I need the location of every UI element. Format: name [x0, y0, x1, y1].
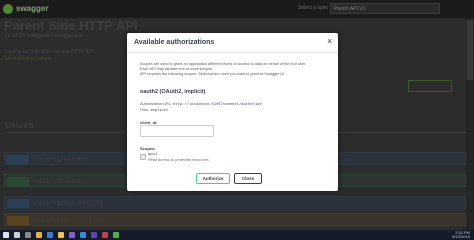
- operation-row[interactable]: /api/v1/Values/{id}: [4, 213, 466, 226]
- authorize-button-background[interactable]: [408, 80, 452, 92]
- page-version[interactable]: V1 OAS3 /swagger/v1/swagger.json: [4, 33, 84, 39]
- authorization-url-value: http://localhost:5105/connect/authorize: [172, 103, 262, 107]
- modal-intro-line: Each API may declare one or more scopes.: [140, 67, 214, 71]
- operation-path: /api/v1/Values/{id}: [35, 200, 104, 207]
- modal-header: Available authorizations ×: [127, 33, 338, 53]
- page-scrollbar[interactable]: [466, 18, 474, 230]
- auth-scheme-title: oauth2 (OAuth2, implicit): [140, 89, 206, 95]
- app-icon[interactable]: [113, 232, 119, 238]
- edge-browser-icon[interactable]: [47, 232, 53, 238]
- app-icon[interactable]: [102, 232, 108, 238]
- method-badge-get: [7, 155, 29, 164]
- contact-link[interactable]: Send email to Pakma: [4, 56, 52, 62]
- authorization-url-label: Authorization URL:: [140, 102, 172, 106]
- flow-value: implicit: [150, 109, 169, 113]
- flow-row: Flow: implicit: [140, 108, 168, 113]
- method-badge-put: [7, 216, 29, 225]
- vscode-icon[interactable]: [80, 232, 86, 238]
- client-id-input[interactable]: [140, 125, 214, 137]
- authorize-button[interactable]: Authorize: [196, 173, 230, 184]
- spec-select[interactable]: Parent API V1: [330, 3, 440, 14]
- app-icon[interactable]: [91, 232, 97, 238]
- taskbar: 2:52 PM 6/12/2019: [0, 230, 474, 240]
- authorizations-modal: Available authorizations × Scopes are us…: [127, 33, 338, 191]
- close-button[interactable]: Close: [234, 173, 262, 184]
- section-title-values[interactable]: Values: [5, 120, 34, 130]
- scope-description: Read access to protected resources: [148, 158, 209, 162]
- clock-date: 6/12/2019: [452, 234, 470, 239]
- system-clock[interactable]: 2:52 PM 6/12/2019: [452, 231, 470, 239]
- modal-intro-line: API requires the following scopes. Selec…: [140, 72, 286, 76]
- modal-intro-line: Scopes are used to grant an application …: [140, 62, 307, 66]
- operation-path: /api/v1/Values: [35, 156, 86, 163]
- operation-path: /api/v1/Values/{id}: [35, 217, 104, 224]
- scope-name: api1: [148, 153, 158, 157]
- search-icon[interactable]: [14, 232, 20, 238]
- start-windows-icon[interactable]: [3, 232, 9, 238]
- top-bar: swagger Select a spec Parent API V1: [0, 0, 474, 18]
- flow-label: Flow:: [140, 108, 150, 112]
- file-explorer-icon[interactable]: [36, 232, 42, 238]
- brand-name: swagger: [16, 4, 49, 13]
- modal-title: Available authorizations: [134, 39, 215, 46]
- scope-checkbox[interactable]: [140, 154, 146, 160]
- visual-studio-icon[interactable]: [69, 232, 75, 238]
- chrome-browser-icon[interactable]: [58, 232, 64, 238]
- page-description: The Parent Side Microservice HTTP API: [4, 49, 94, 55]
- method-badge-get: [7, 199, 29, 208]
- scrollbar-thumb[interactable]: [467, 20, 473, 80]
- swagger-logo-icon: [3, 4, 13, 14]
- operation-path: /api/v1/Values: [35, 178, 86, 185]
- authorization-url-row: Authorization URL: http://localhost:5105…: [140, 102, 262, 107]
- page-title: Parent Side HTTP API: [4, 18, 138, 33]
- scopes-label: Scopes:: [140, 146, 156, 151]
- method-badge-post: [7, 177, 29, 186]
- close-icon[interactable]: ×: [327, 37, 332, 46]
- task-view-icon[interactable]: [25, 232, 31, 238]
- operation-row[interactable]: /api/v1/Values/{id}: [4, 196, 466, 209]
- spec-select-label: Select a spec: [298, 5, 329, 11]
